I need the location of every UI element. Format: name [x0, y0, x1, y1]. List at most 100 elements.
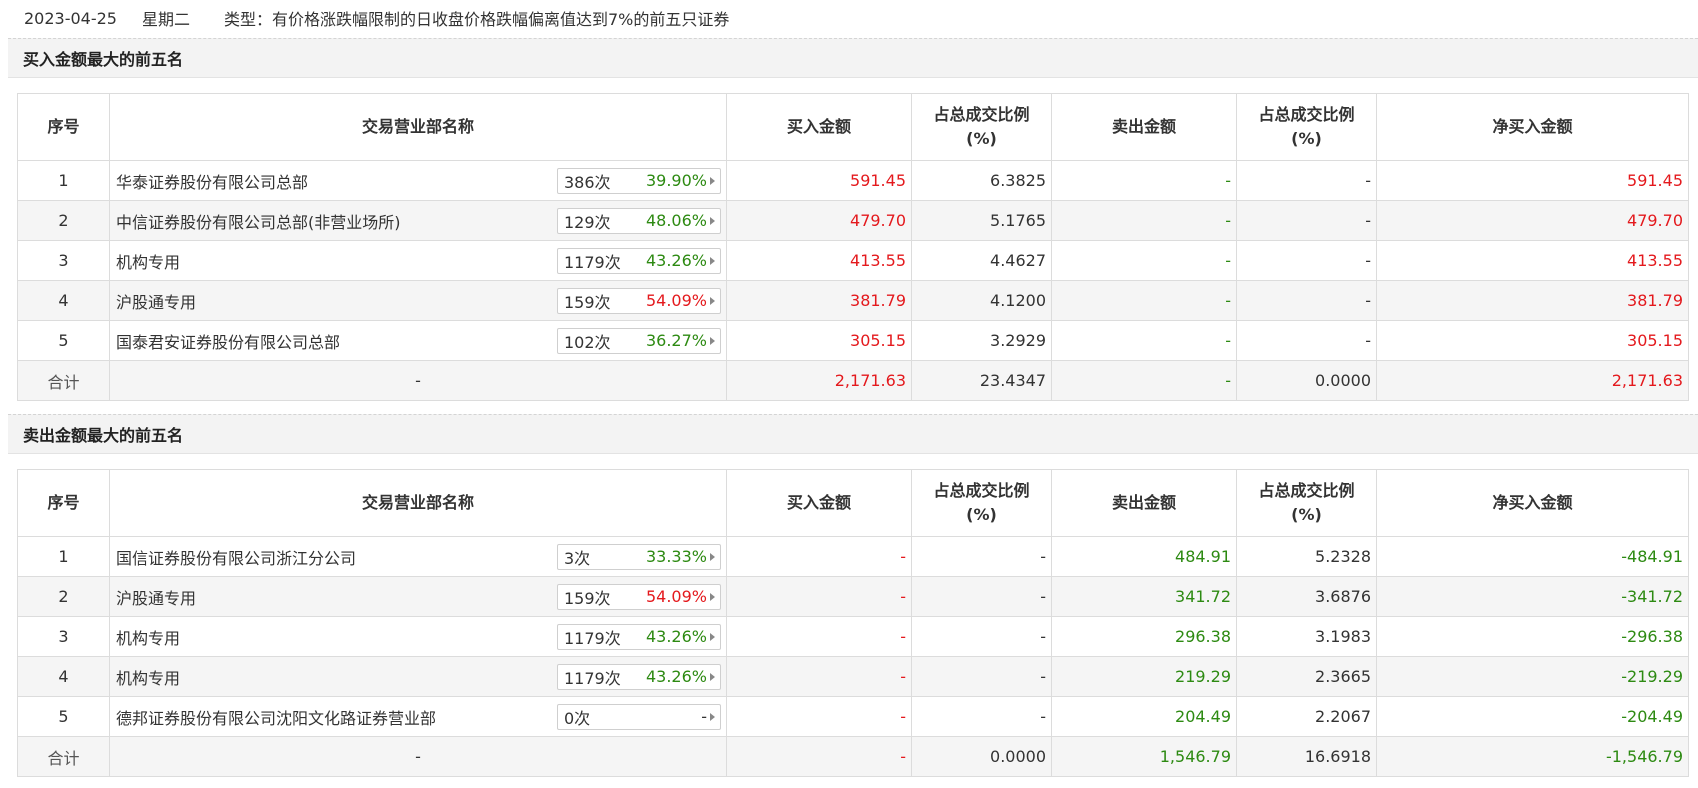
buy-ratio: - — [911, 536, 1052, 577]
total-sell: 1,546.79 — [1051, 736, 1237, 777]
total-sell-ratio: 16.6918 — [1236, 736, 1377, 777]
col-seq: 序号 — [17, 469, 110, 537]
total-name: - — [109, 736, 727, 777]
broker-name[interactable]: 国泰君安证券股份有限公司总部 — [116, 329, 340, 353]
buy-section-title: 买入金额最大的前五名 — [8, 38, 1698, 78]
total-name: - — [109, 360, 727, 401]
broker-stats-button[interactable]: 1179次 43.26% — [557, 663, 721, 690]
caret-right-icon — [710, 296, 715, 305]
win-rate: 33.33% — [645, 547, 707, 566]
table-row: 2 中信证券股份有限公司总部(非营业场所) 129次 48.06% 479.70 5.17… — [17, 200, 1689, 241]
caret-right-icon — [710, 672, 715, 681]
broker-name-cell: 沪股通专用 159次 54.09% — [109, 576, 727, 617]
net-amount: -341.72 — [1376, 576, 1689, 617]
broker-name-cell: 中信证券股份有限公司总部(非营业场所) 129次 48.06% — [109, 200, 727, 241]
broker-name[interactable]: 德邦证券股份有限公司沈阳文化路证券营业部 — [116, 705, 436, 729]
trade-date: 2023-04-25 — [24, 8, 117, 28]
col-sell-ratio: 占总成交比例 (%) — [1236, 93, 1377, 161]
sell-amount: - — [1051, 240, 1237, 281]
col-net: 净买入金额 — [1376, 93, 1689, 161]
sell-ratio: 3.6876 — [1236, 576, 1377, 617]
col-buy: 买入金额 — [726, 93, 912, 161]
broker-stats-button[interactable]: 1179次 43.26% — [557, 623, 721, 650]
caret-right-icon — [710, 336, 715, 345]
buy-ratio: - — [911, 656, 1052, 697]
table-row: 5 国泰君安证券股份有限公司总部 102次 36.27% 305.15 3.2929- -3… — [17, 320, 1689, 361]
col-buy: 买入金额 — [726, 469, 912, 537]
listing-count: 102次 — [564, 332, 611, 352]
broker-stats-button[interactable]: 102次 36.27% — [557, 327, 721, 354]
table-row: 1 国信证券股份有限公司浙江分公司 3次 33.33% - -484.91 5.2328 -4… — [17, 536, 1689, 577]
broker-stats-button[interactable]: 159次 54.09% — [557, 583, 721, 610]
listing-count: 1179次 — [564, 668, 621, 688]
listing-count: 1179次 — [564, 628, 621, 648]
sell-ratio: - — [1236, 320, 1377, 361]
broker-name-cell: 机构专用 1179次 43.26% — [109, 616, 727, 657]
buy-amount: 413.55 — [726, 240, 912, 281]
broker-stats-button[interactable]: 159次 54.09% — [557, 287, 721, 314]
broker-stats-button[interactable]: 1179次 43.26% — [557, 247, 721, 274]
table-row: 1 华泰证券股份有限公司总部 386次 39.90% 591.45 6.3825- -591… — [17, 160, 1689, 201]
table-header-row: 序号 交易营业部名称 买入金额 占总成交比例 (%) 卖出金额 占总成交比例 (%)… — [17, 469, 1689, 537]
broker-name[interactable]: 国信证券股份有限公司浙江分公司 — [116, 545, 356, 569]
net-amount: 413.55 — [1376, 240, 1689, 281]
net-amount: -484.91 — [1376, 536, 1689, 577]
total-buy-ratio: 23.4347 — [911, 360, 1052, 401]
broker-name-cell: 德邦证券股份有限公司沈阳文化路证券营业部 0次 - — [109, 696, 727, 737]
buy-amount: - — [726, 696, 912, 737]
sell-amount: 219.29 — [1051, 656, 1237, 697]
table-row: 2 沪股通专用 159次 54.09% - -341.72 3.6876 -341.72 — [17, 576, 1689, 617]
row-seq: 2 — [17, 576, 110, 617]
broker-name[interactable]: 机构专用 — [116, 625, 180, 649]
row-seq: 1 — [17, 536, 110, 577]
total-buy-ratio: 0.0000 — [911, 736, 1052, 777]
table-row: 5 德邦证券股份有限公司沈阳文化路证券营业部 0次 - - -204.49 2.2067 -2… — [17, 696, 1689, 737]
buy-amount: - — [726, 536, 912, 577]
win-rate: 54.09% — [645, 291, 707, 310]
sell-top5-table: 序号 交易营业部名称 买入金额 占总成交比例 (%) 卖出金额 占总成交比例 (%)… — [17, 469, 1689, 777]
sell-ratio: 2.2067 — [1236, 696, 1377, 737]
sell-ratio: - — [1236, 200, 1377, 241]
broker-name[interactable]: 沪股通专用 — [116, 585, 196, 609]
total-label: 合计 — [17, 736, 110, 777]
sell-amount: 341.72 — [1051, 576, 1237, 617]
win-rate: 39.90% — [645, 171, 707, 190]
win-rate: 36.27% — [645, 331, 707, 350]
sell-amount: - — [1051, 160, 1237, 201]
net-amount: -296.38 — [1376, 616, 1689, 657]
net-amount: -219.29 — [1376, 656, 1689, 697]
total-label: 合计 — [17, 360, 110, 401]
broker-name[interactable]: 机构专用 — [116, 249, 180, 273]
buy-ratio: 5.1765 — [911, 200, 1052, 241]
sell-amount: 204.49 — [1051, 696, 1237, 737]
caret-right-icon — [710, 632, 715, 641]
broker-name[interactable]: 华泰证券股份有限公司总部 — [116, 169, 308, 193]
broker-name[interactable]: 机构专用 — [116, 665, 180, 689]
weekday: 星期二 — [142, 10, 191, 29]
broker-name-cell: 国信证券股份有限公司浙江分公司 3次 33.33% — [109, 536, 727, 577]
broker-stats-button[interactable]: 3次 33.33% — [557, 543, 721, 570]
table-row: 4 沪股通专用 159次 54.09% 381.79 4.1200- -381.79 — [17, 280, 1689, 321]
buy-amount: - — [726, 656, 912, 697]
col-sell: 卖出金额 — [1051, 93, 1237, 161]
broker-name-cell: 机构专用 1179次 43.26% — [109, 240, 727, 281]
broker-name[interactable]: 中信证券股份有限公司总部(非营业场所) — [116, 209, 401, 233]
buy-amount: 591.45 — [726, 160, 912, 201]
buy-amount: 479.70 — [726, 200, 912, 241]
table-row: 3 机构专用 1179次 43.26% - -296.38 3.1983 -296.38 — [17, 616, 1689, 657]
listing-count: 129次 — [564, 212, 611, 232]
broker-stats-button[interactable]: 0次 - — [557, 703, 721, 730]
buy-ratio: 6.3825 — [911, 160, 1052, 201]
sell-ratio: - — [1236, 280, 1377, 321]
win-rate: 43.26% — [645, 627, 707, 646]
sell-ratio: 2.3665 — [1236, 656, 1377, 697]
total-net: 2,171.63 — [1376, 360, 1689, 401]
row-seq: 4 — [17, 280, 110, 321]
win-rate: 48.06% — [645, 211, 707, 230]
broker-stats-button[interactable]: 386次 39.90% — [557, 167, 721, 194]
broker-name[interactable]: 沪股通专用 — [116, 289, 196, 313]
row-seq: 3 — [17, 240, 110, 281]
buy-ratio: 4.4627 — [911, 240, 1052, 281]
listing-count: 3次 — [564, 548, 591, 568]
broker-stats-button[interactable]: 129次 48.06% — [557, 207, 721, 234]
